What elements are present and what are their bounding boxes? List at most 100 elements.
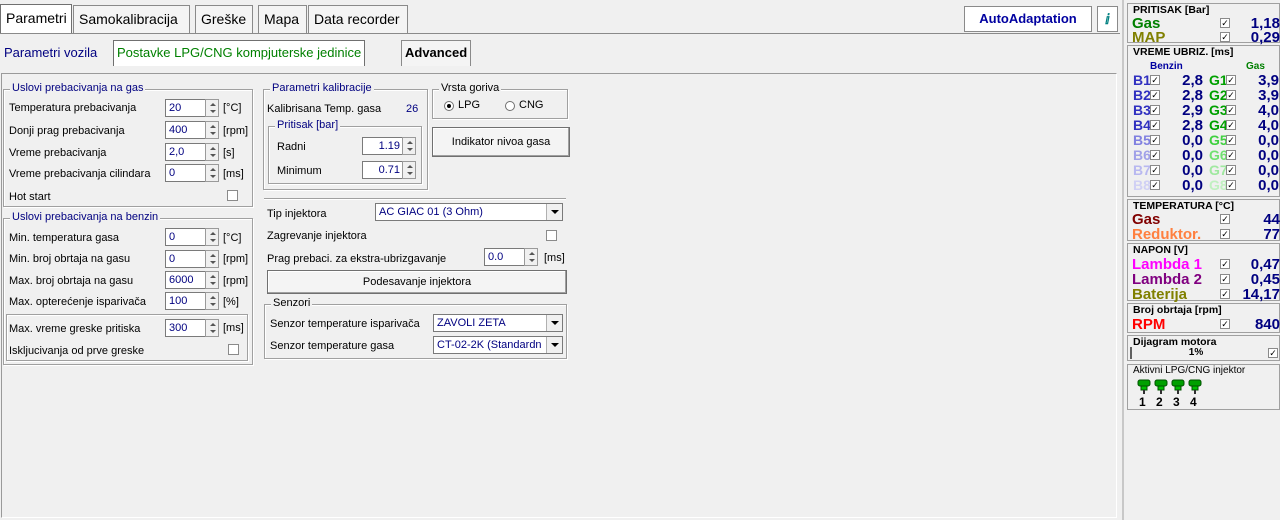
auto-adaptation-button[interactable]: AutoAdaptation	[964, 6, 1092, 32]
calib-min-stepper[interactable]	[402, 161, 416, 179]
first-error-label: Iskljucivanja od prve greske	[9, 345, 145, 357]
calib-radni-stepper[interactable]	[402, 137, 416, 155]
benzin-injector-checkbox[interactable]: ✓	[1150, 150, 1160, 160]
tab-data-recorder[interactable]: Data recorder	[308, 5, 408, 33]
lambda2-checkbox[interactable]: ✓	[1220, 274, 1230, 284]
gas-injector-value: 3,9	[1258, 72, 1279, 89]
pressure-gas-checkbox[interactable]: ✓	[1220, 18, 1230, 28]
tab-mapa[interactable]: Mapa	[258, 5, 307, 33]
injector-type-select[interactable]: AC GIAC 01 (3 Ohm)	[375, 203, 563, 221]
help-icon: ⅈ	[1105, 11, 1110, 27]
injector-number: 3	[1173, 395, 1180, 409]
gas-injector-checkbox[interactable]: ✓	[1226, 165, 1236, 175]
tab-parametri[interactable]: Parametri	[0, 4, 72, 34]
gas-injector-checkbox[interactable]: ✓	[1226, 135, 1236, 145]
injection-time-title: VREME UBRIZ. [ms]	[1133, 46, 1234, 58]
calib-radni-input[interactable]: 1.19	[362, 137, 402, 155]
gas-sensor-select[interactable]: CT-02-2K (Standardn	[433, 336, 563, 354]
gas-injector-checkbox[interactable]: ✓	[1226, 120, 1236, 130]
battery-checkbox[interactable]: ✓	[1220, 289, 1230, 299]
petrol-min-rpm-input[interactable]: 0	[165, 250, 205, 268]
benzin-injector-checkbox[interactable]: ✓	[1150, 90, 1160, 100]
gas-switch-rpm-input[interactable]: 400	[165, 121, 205, 139]
gas-switch-cyl-stepper[interactable]	[205, 164, 219, 182]
temp-gas-row: Gas ✓ 44	[1132, 212, 1280, 227]
injector-icon	[1154, 379, 1168, 394]
extra-injection-input[interactable]: 0.0	[484, 248, 524, 266]
calibration-title: Parametri kalibracije	[270, 82, 374, 94]
calib-min-input[interactable]: 0.71	[362, 161, 402, 179]
hot-start-label: Hot start	[9, 191, 51, 203]
petrol-max-load-input[interactable]: 100	[165, 292, 205, 310]
extra-injection-stepper[interactable]	[524, 248, 538, 266]
petrol-switch-label: Min. broj obrtaja na gasu	[9, 253, 131, 265]
gas-injector-name: G6	[1209, 147, 1228, 163]
voltage-group: NAPON [V] Lambda 1 ✓ 0,47 Lambda 2 ✓ 0,45 Ba…	[1127, 243, 1280, 303]
unit-label: [ms]	[223, 168, 244, 180]
fuel-lpg-radio[interactable]	[444, 101, 454, 111]
pressure-map-row: MAP ✓ 0,29	[1132, 30, 1280, 45]
gas-injector-checkbox[interactable]: ✓	[1226, 180, 1236, 190]
gas-injector-checkbox[interactable]: ✓	[1226, 150, 1236, 160]
gas-switch-time-input[interactable]: 2,0	[165, 143, 205, 161]
petrol-min-rpm-stepper[interactable]	[205, 250, 219, 268]
gas-switch-temp-stepper[interactable]	[205, 99, 219, 117]
temp-gas-checkbox[interactable]: ✓	[1220, 214, 1230, 224]
gas-sensor-label: Senzor temperature gasa	[270, 340, 395, 352]
fuel-cng-radio[interactable]	[505, 101, 515, 111]
pressure-error-stepper[interactable]	[205, 319, 219, 337]
rpm-checkbox[interactable]: ✓	[1220, 319, 1230, 329]
tab-greske[interactable]: Greške	[195, 5, 253, 33]
benzin-injector-checkbox[interactable]: ✓	[1150, 120, 1160, 130]
petrol-min-temp-stepper[interactable]	[205, 228, 219, 246]
first-error-checkbox[interactable]	[228, 344, 239, 355]
injector-setup-button[interactable]: Podesavanje injektora	[267, 270, 567, 294]
fuel-lpg-label: LPG	[458, 99, 481, 111]
battery-value: 14,17	[1242, 286, 1280, 303]
benzin-injector-name: B5	[1133, 132, 1151, 148]
evap-sensor-select[interactable]: ZAVOLI ZETA	[433, 314, 563, 332]
benzin-injector-checkbox[interactable]: ✓	[1150, 75, 1160, 85]
petrol-switch-label: Min. temperatura gasa	[9, 232, 120, 244]
subtab-advanced[interactable]: Advanced	[401, 40, 472, 66]
gas-switch-time-stepper[interactable]	[205, 143, 219, 161]
benzin-injector-row: B1 ✓ 2,8	[1133, 73, 1203, 89]
benzin-injector-checkbox[interactable]: ✓	[1150, 165, 1160, 175]
benzin-injector-checkbox[interactable]: ✓	[1150, 105, 1160, 115]
gas-injector-name: G7	[1209, 162, 1228, 178]
petrol-max-rpm-input[interactable]: 6000	[165, 271, 205, 289]
engine-diagram-checkbox[interactable]: ✓	[1268, 348, 1278, 358]
pressure-error-input[interactable]: 300	[165, 319, 205, 337]
gas-switch-rpm-stepper[interactable]	[205, 121, 219, 139]
gas-injector-value: 0,0	[1258, 162, 1279, 179]
gas-switch-cyl-input[interactable]: 0	[165, 164, 205, 182]
chevron-down-icon	[546, 315, 562, 331]
subtab-parametri-vozila[interactable]: Parametri vozila	[0, 40, 101, 66]
rpm-group: Broj obrtaja [rpm] RPM ✓ 840	[1127, 303, 1280, 333]
help-button[interactable]: ⅈ	[1097, 6, 1118, 32]
battery-name: Baterija	[1132, 286, 1188, 303]
injector-heating-checkbox[interactable]	[546, 230, 557, 241]
hot-start-checkbox[interactable]	[227, 190, 238, 201]
benzin-injector-name: B3	[1133, 102, 1151, 118]
lambda2-row: Lambda 2 ✓ 0,45	[1132, 272, 1280, 287]
subtab-postavke-jedinice[interactable]: Postavke LPG/CNG kompjuterske jedinice	[113, 40, 366, 66]
injector-indicator: 2	[1154, 379, 1168, 409]
gas-injector-checkbox[interactable]: ✓	[1226, 75, 1236, 85]
petrol-max-rpm-stepper[interactable]	[205, 271, 219, 289]
pressure-map-checkbox[interactable]: ✓	[1220, 32, 1230, 42]
gas-switch-temp-input[interactable]: 20	[165, 99, 205, 117]
gas-level-button[interactable]: Indikator nivoa gasa	[432, 127, 570, 157]
benzin-injector-checkbox[interactable]: ✓	[1150, 135, 1160, 145]
tab-samokalibracija[interactable]: Samokalibracija	[73, 5, 190, 33]
lambda1-checkbox[interactable]: ✓	[1220, 259, 1230, 269]
temp-reduktor-checkbox[interactable]: ✓	[1220, 229, 1230, 239]
gas-injector-checkbox[interactable]: ✓	[1226, 105, 1236, 115]
petrol-min-temp-input[interactable]: 0	[165, 228, 205, 246]
temp-reduktor-row: Reduktor. ✓ 77	[1132, 227, 1280, 242]
benzin-injector-value: 2,8	[1182, 87, 1203, 104]
benzin-injector-name: B7	[1133, 162, 1151, 178]
benzin-injector-checkbox[interactable]: ✓	[1150, 180, 1160, 190]
petrol-max-load-stepper[interactable]	[205, 292, 219, 310]
gas-injector-checkbox[interactable]: ✓	[1226, 90, 1236, 100]
